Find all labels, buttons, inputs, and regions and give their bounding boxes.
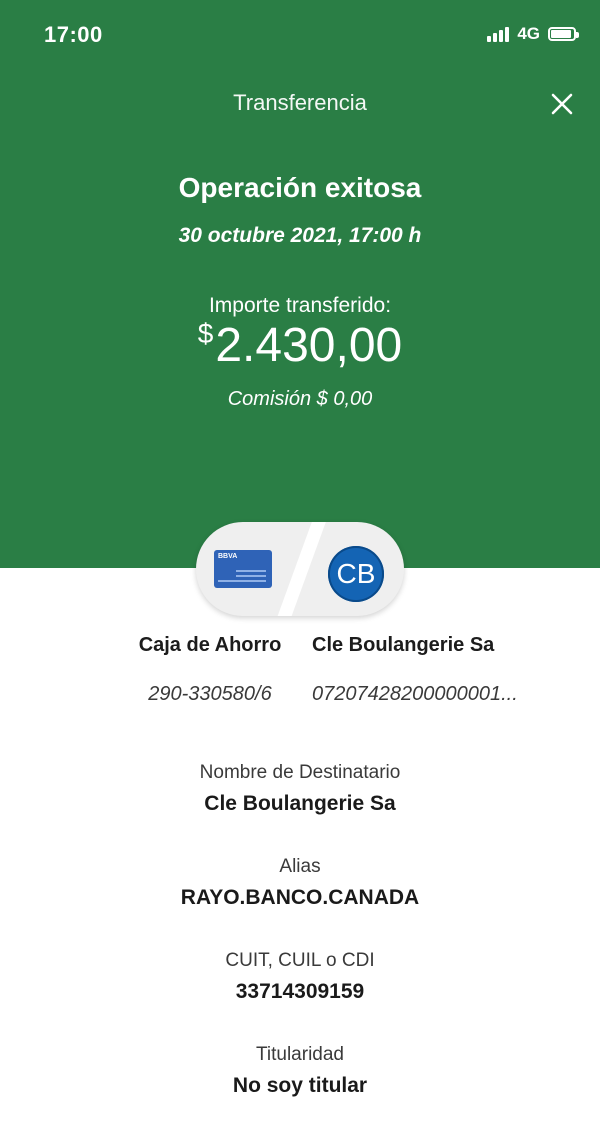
currency-symbol: $ bbox=[197, 318, 214, 349]
cuit-field: CUIT, CUIL o CDI 33714309159 bbox=[0, 950, 600, 1004]
status-indicators: 4G bbox=[487, 24, 579, 44]
field-value: 33714309159 bbox=[235, 980, 365, 1003]
transfer-accounts-pill: BBVA CB bbox=[196, 522, 404, 616]
amount-value: 2.430,00 bbox=[215, 319, 403, 372]
signal-icon bbox=[487, 26, 510, 42]
transferred-amount: $2.430,00 bbox=[0, 318, 600, 373]
origin-account-name: Caja de Ahorro bbox=[138, 634, 282, 656]
destination-account: Cle Boulangerie Sa 07207428200000001... bbox=[306, 634, 556, 706]
network-type: 4G bbox=[517, 24, 540, 43]
field-label: Nombre de Destinatario bbox=[199, 762, 401, 783]
amount-label: Importe transferido: bbox=[208, 294, 392, 317]
origin-account: Caja de Ahorro 290-330580/6 bbox=[110, 634, 310, 706]
battery-icon bbox=[548, 27, 579, 41]
alias-field: Alias RAYO.BANCO.CANADA bbox=[0, 856, 600, 910]
recipient-name-field: Nombre de Destinatario Cle Boulangerie S… bbox=[0, 762, 600, 816]
pill-divider bbox=[273, 522, 329, 616]
recipient-avatar: CB bbox=[328, 546, 384, 602]
field-value: Cle Boulangerie Sa bbox=[204, 792, 396, 815]
success-header: 17:00 4G Transferencia Operación exitosa… bbox=[0, 0, 600, 568]
card-brand: BBVA bbox=[218, 553, 238, 560]
page-title: Transferencia bbox=[233, 90, 367, 115]
ownership-field: Titularidad No soy titular bbox=[0, 1044, 600, 1098]
destination-account-name: Cle Boulangerie Sa bbox=[312, 634, 495, 656]
field-label: CUIT, CUIL o CDI bbox=[225, 950, 375, 971]
origin-account-number: 290-330580/6 bbox=[148, 683, 272, 705]
close-button[interactable] bbox=[550, 92, 574, 116]
bank-card-icon: BBVA bbox=[214, 550, 272, 588]
field-value: No soy titular bbox=[232, 1074, 368, 1097]
operation-status: Operación exitosa bbox=[178, 172, 422, 203]
close-icon[interactable] bbox=[550, 92, 574, 116]
destination-account-number: 07207428200000001... bbox=[312, 683, 518, 705]
field-label: Titularidad bbox=[255, 1044, 344, 1065]
field-value: RAYO.BANCO.CANADA bbox=[180, 886, 420, 909]
field-label: Alias bbox=[279, 856, 321, 877]
commission: Comisión $ 0,00 bbox=[227, 388, 373, 410]
operation-datetime: 30 octubre 2021, 17:00 h bbox=[178, 224, 422, 247]
status-time: 17:00 bbox=[44, 22, 103, 47]
